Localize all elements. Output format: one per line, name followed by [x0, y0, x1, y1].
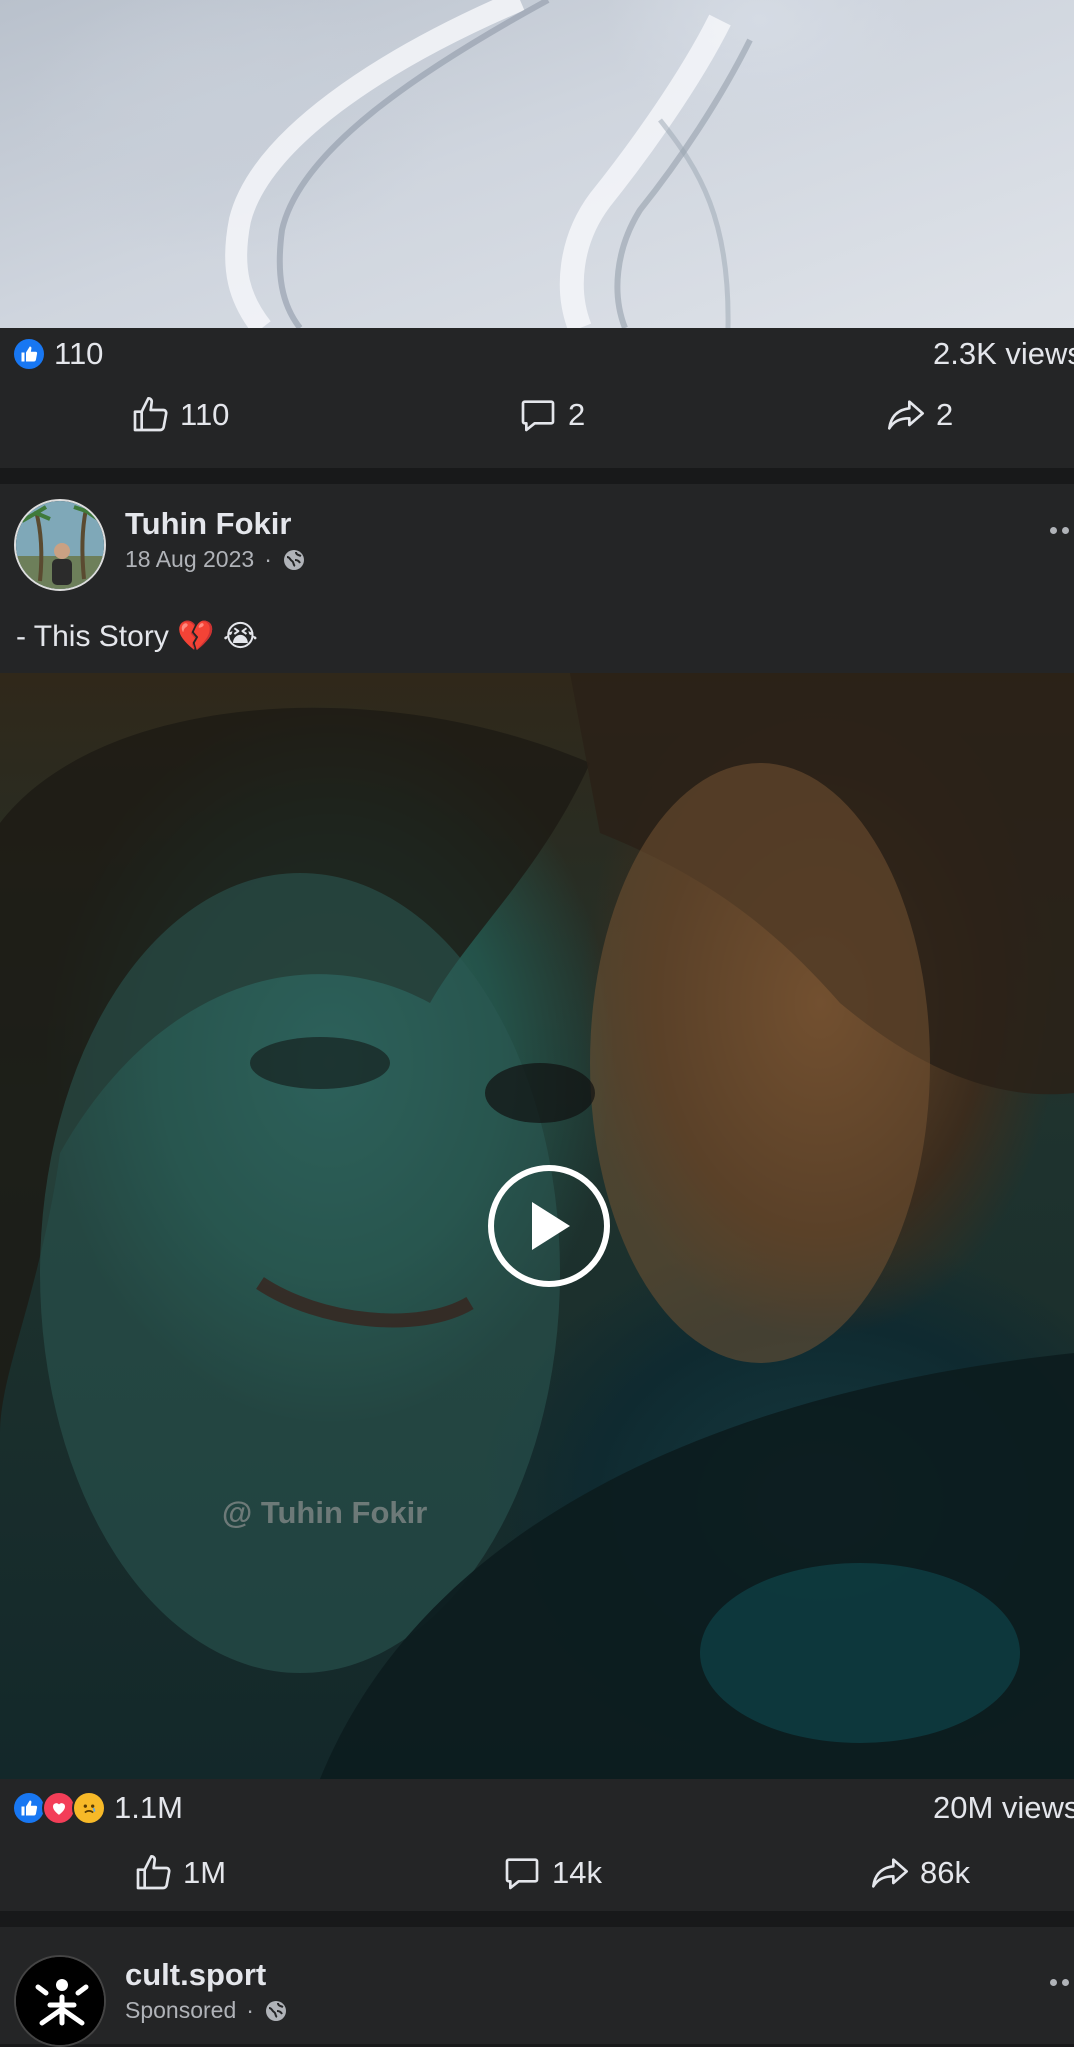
post-3: cult.sport Sponsored · — [0, 1927, 1074, 2047]
like-count: 1M — [183, 1855, 227, 1890]
post-video[interactable]: @ Tuhin Fokir — [0, 673, 1074, 1779]
views-count: 20M views — [933, 1790, 1074, 1825]
post-image-snow[interactable] — [0, 0, 1074, 328]
author-avatar[interactable] — [14, 1955, 106, 2047]
share-count: 86k — [920, 1855, 970, 1890]
like-reaction-icon[interactable] — [12, 337, 46, 371]
share-icon — [888, 400, 924, 430]
more-icon[interactable] — [1050, 1979, 1074, 1986]
like-button[interactable]: 1M — [133, 1838, 226, 1908]
like-button[interactable]: 110 — [130, 380, 229, 450]
post-divider — [0, 1911, 1074, 1927]
comment-icon — [505, 1858, 539, 1890]
share-button[interactable]: 86k — [870, 1838, 970, 1908]
like-icon — [133, 397, 168, 432]
more-icon[interactable] — [1050, 527, 1074, 534]
share-icon — [872, 1858, 908, 1888]
post-date[interactable]: 18 Aug 2023 — [125, 546, 254, 573]
views-count: 2.3K views — [933, 336, 1074, 371]
comment-button[interactable]: 2 — [518, 380, 585, 450]
post-meta: Sponsored · — [125, 1997, 288, 2024]
play-icon — [532, 1202, 570, 1250]
post-actions: 1M 14k 86k — [0, 1838, 1074, 1908]
comment-count: 2 — [568, 397, 586, 432]
author-name[interactable]: Tuhin Fokir — [125, 506, 291, 542]
globe-icon — [265, 2000, 286, 2021]
post-caption: - This Story 💔 😭 — [16, 620, 258, 653]
globe-icon — [283, 549, 304, 570]
meta-separator: · — [264, 546, 272, 572]
share-button[interactable]: 2 — [886, 380, 953, 450]
video-watermark: @ Tuhin Fokir — [222, 1495, 428, 1530]
love-reaction-icon[interactable] — [42, 1791, 76, 1825]
post-divider — [0, 468, 1074, 484]
post-meta: 18 Aug 2023 · — [125, 546, 306, 573]
comment-button[interactable]: 14k — [502, 1838, 602, 1908]
meta-separator: · — [246, 1997, 254, 2023]
post-footer-1: 110 2.3K views 110 2 2 — [0, 328, 1074, 468]
reactions-count[interactable]: 110 — [54, 336, 103, 372]
like-count: 110 — [180, 397, 230, 432]
comment-count: 14k — [552, 1855, 602, 1890]
sponsored-label[interactable]: Sponsored — [125, 1997, 236, 2024]
post-stats: 110 2.3K views — [0, 328, 1074, 378]
author-avatar[interactable] — [14, 499, 106, 591]
share-count: 2 — [936, 397, 954, 432]
post-actions: 110 2 2 — [0, 380, 1074, 450]
sad-reaction-icon[interactable] — [72, 1791, 106, 1825]
post-stats: 1.1M 20M views — [0, 1782, 1074, 1832]
reactions-count[interactable]: 1.1M — [114, 1790, 183, 1826]
author-name[interactable]: cult.sport — [125, 1957, 266, 1993]
comment-icon — [521, 400, 555, 432]
like-icon — [136, 1855, 171, 1890]
like-reaction-icon[interactable] — [12, 1791, 46, 1825]
play-button[interactable] — [488, 1165, 610, 1287]
